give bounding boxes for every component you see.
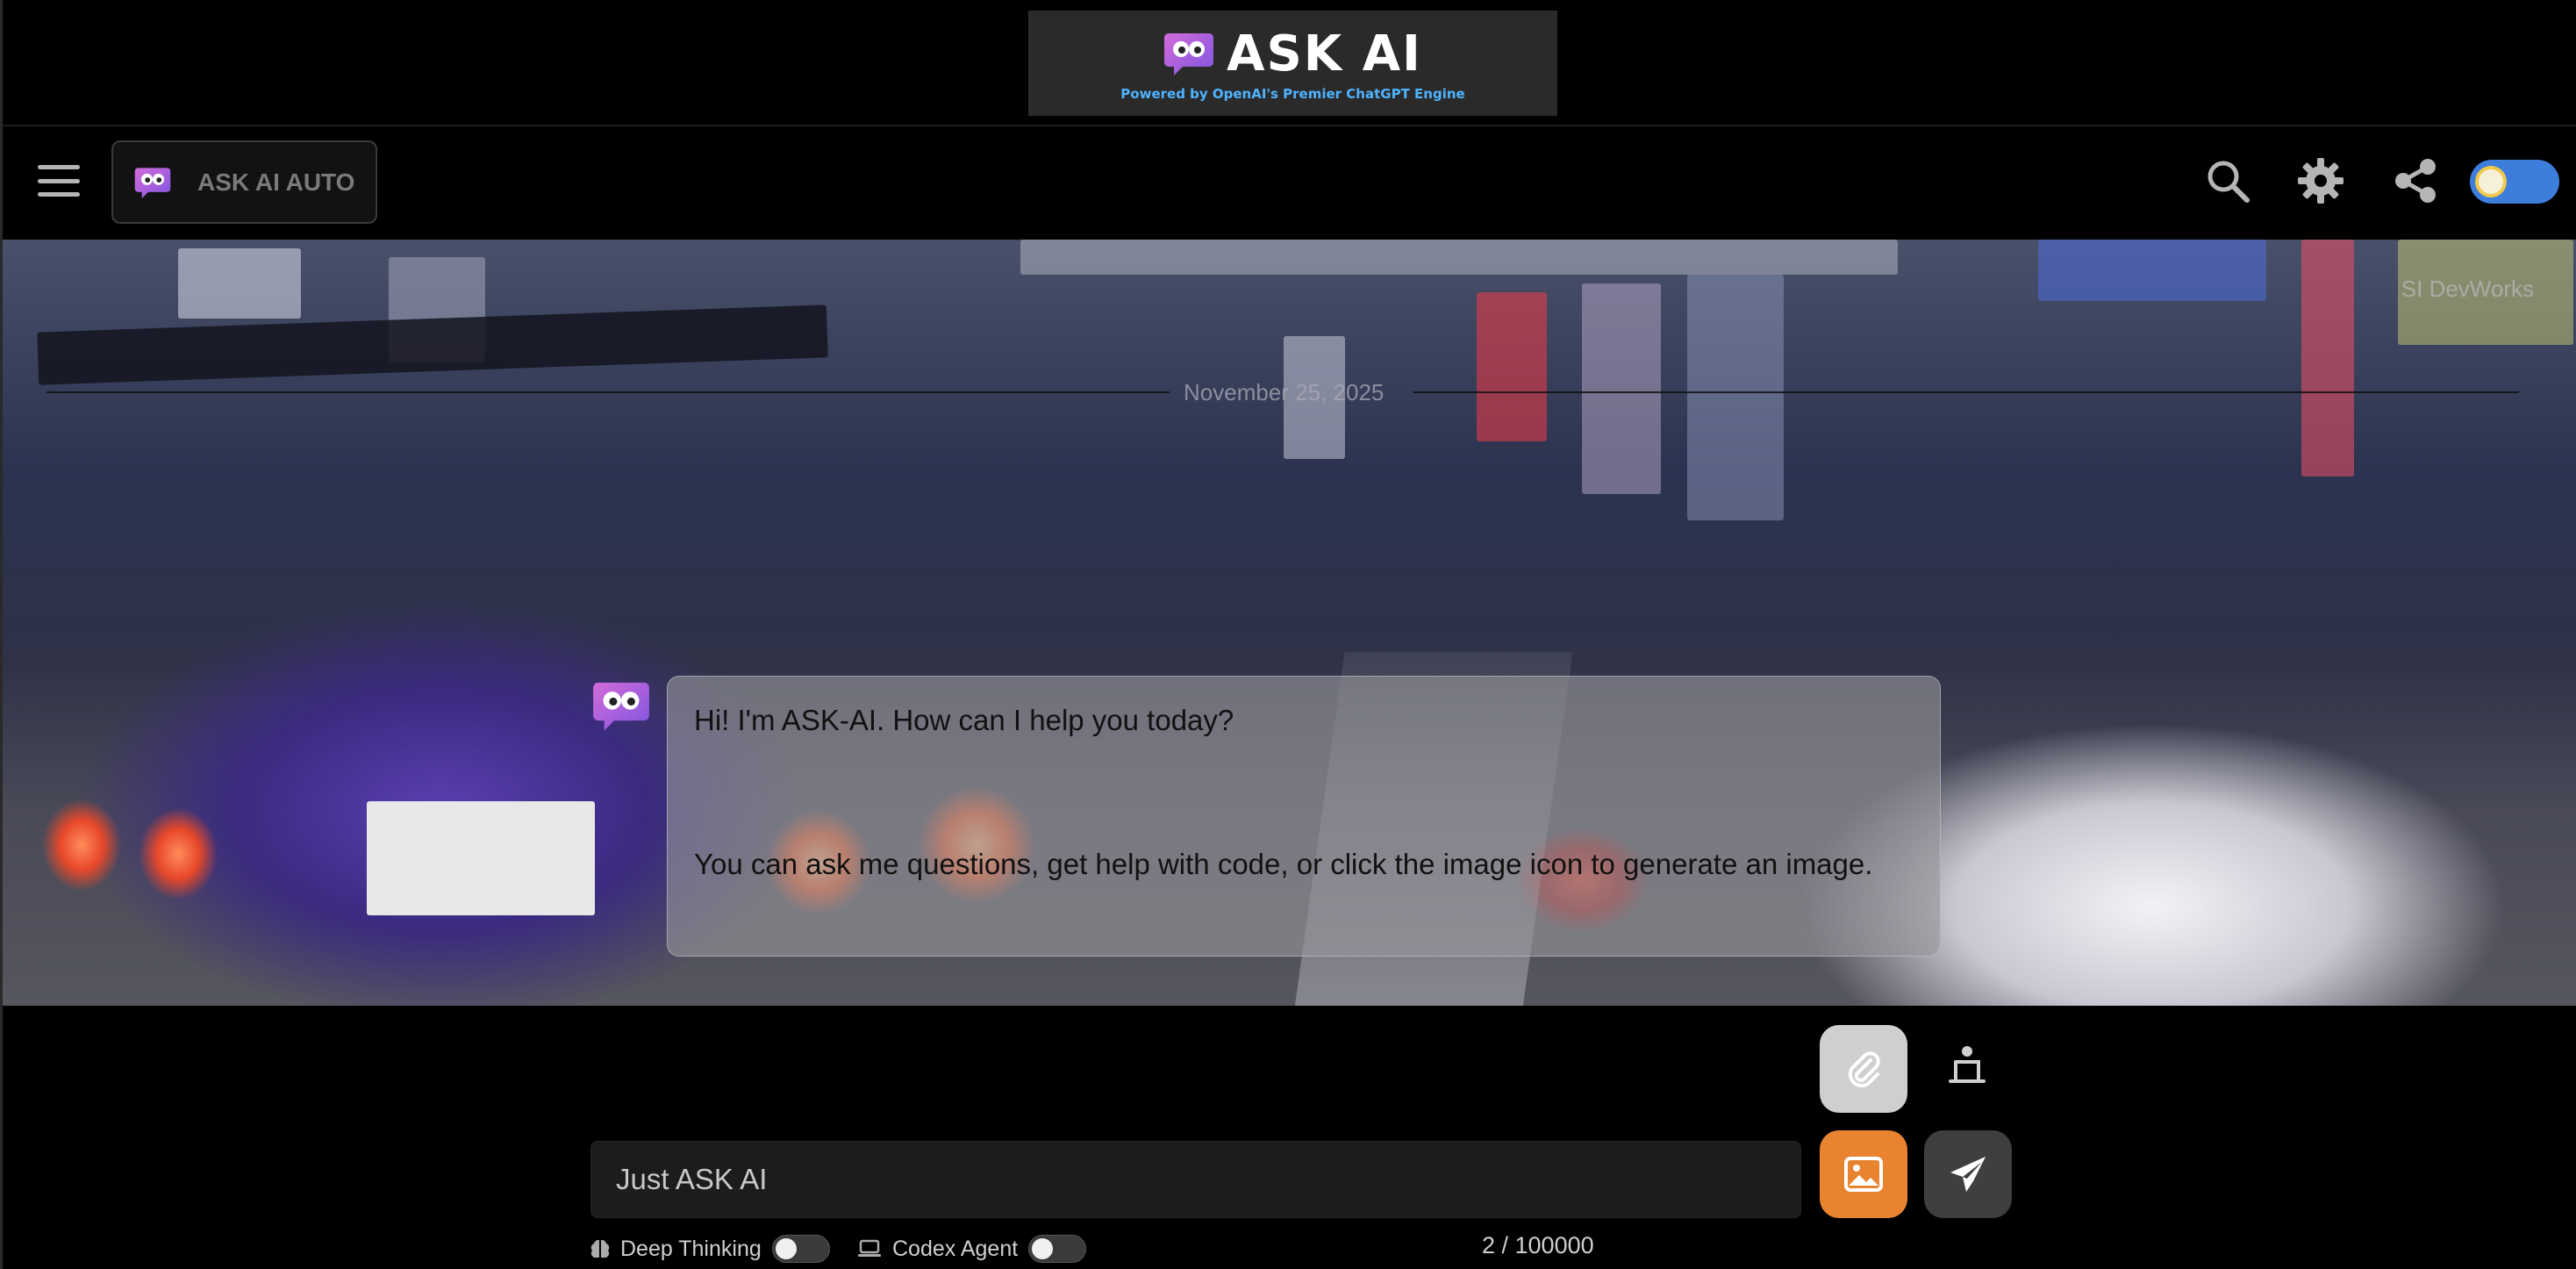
share-icon[interactable] [2391,156,2440,205]
banner-subtitle: Powered by OpenAI's Premier ChatGPT Engi… [1120,85,1465,102]
chat-input[interactable]: Just ASK AI [590,1141,1801,1218]
gear-icon[interactable] [2296,156,2345,205]
codex-agent-option: Codex Agent [857,1234,1087,1264]
character-counter: 2 / 100000 [1482,1232,1594,1258]
menu-icon[interactable] [38,160,80,202]
brain-icon [590,1239,610,1258]
search-icon[interactable] [2203,156,2252,205]
divider [3,125,2576,126]
paper-plane-icon [1950,1157,1986,1192]
generate-image-button[interactable] [1820,1130,1907,1218]
bot-avatar-icon [593,682,649,731]
image-icon [1844,1157,1883,1192]
deep-thinking-option: Deep Thinking [590,1234,830,1264]
banner-title: ASK AI [1227,25,1422,82]
codex-agent-toggle[interactable] [1028,1235,1087,1263]
app-root: ASK AI Powered by OpenAI's Premier ChatG… [0,0,2576,1269]
agent-button[interactable] [1923,1029,2011,1108]
model-selector-button[interactable]: ASK AI AUTO [111,140,377,224]
model-label: ASK AI AUTO [197,168,355,196]
date-divider-left [47,391,1170,393]
ask-ai-logo-icon [134,167,171,198]
date-divider-right [1413,391,2519,393]
theme-toggle[interactable] [2470,160,2559,204]
sun-icon [2475,166,2507,197]
top-banner: ASK AI Powered by OpenAI's Premier ChatG… [1028,11,1557,116]
message-text: You can ask me questions, get help with … [694,848,1873,880]
deep-thinking-toggle[interactable] [771,1235,830,1263]
ask-ai-logo-icon [1164,33,1214,75]
codex-agent-label: Codex Agent [892,1236,1019,1261]
deep-thinking-label: Deep Thinking [620,1236,762,1261]
attach-button[interactable] [1820,1025,1907,1113]
laptop-icon [858,1239,881,1257]
assistant-message: Hi! I'm ASK-AI. How can I help you today… [667,676,1941,957]
send-button[interactable] [1924,1130,2012,1218]
date-label: November 25, 2025 [1184,379,1385,405]
message-text: Hi! I'm ASK-AI. How can I help you today… [694,704,1234,736]
watermark: SI DevWorks [2401,276,2534,302]
agent-icon [1949,1046,1986,1083]
paperclip-icon [1848,1051,1880,1088]
